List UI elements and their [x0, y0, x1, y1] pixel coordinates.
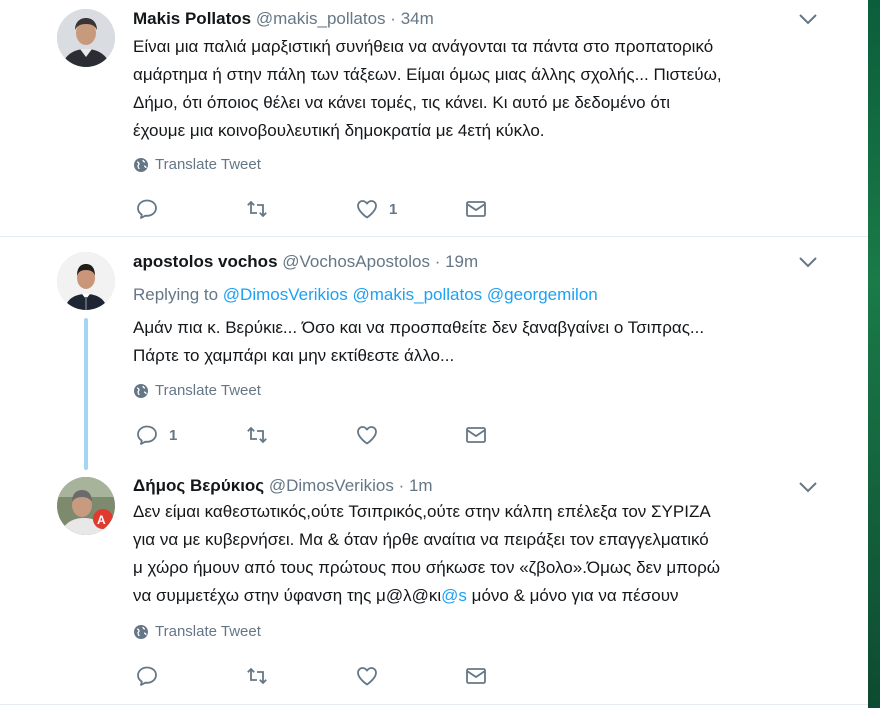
like-icon — [355, 664, 379, 688]
tweet-text: Αμάν πια κ. Βερύκιε... Όσο και να προσπα… — [133, 314, 833, 370]
mention-link[interactable]: @georgemilon — [487, 285, 598, 304]
translate-tweet-link[interactable]: Translate Tweet — [133, 382, 261, 399]
retweet-button[interactable] — [245, 195, 279, 223]
divider — [0, 704, 868, 705]
thread-line — [84, 318, 88, 470]
timestamp[interactable]: 34m — [401, 9, 434, 28]
divider — [0, 236, 868, 237]
tweet-text: Είναι μια παλιά μαρξιστική συνήθεια να α… — [133, 33, 833, 145]
like-button[interactable] — [355, 421, 389, 449]
author-handle[interactable]: @makis_pollatos — [256, 9, 386, 28]
direct-message-button[interactable] — [464, 421, 488, 449]
background-window-edge — [868, 0, 880, 708]
like-button[interactable]: 1 — [355, 195, 397, 223]
reply-button[interactable] — [135, 195, 169, 223]
reply-count: 1 — [169, 426, 178, 444]
tweet-line: Είναι μια παλιά μαρξιστική συνήθεια να α… — [133, 37, 714, 56]
separator: · — [398, 476, 405, 495]
line-text: να συμμετέχω στην ύφανση της μ@λ@κι — [133, 586, 442, 605]
message-icon — [464, 664, 488, 688]
mention-link[interactable]: @s — [441, 586, 467, 605]
like-icon — [355, 423, 379, 447]
tweet-actions: 1 — [133, 195, 493, 223]
tweet-actions — [133, 662, 493, 690]
author-handle[interactable]: @VochosApostolos — [282, 252, 430, 271]
avatar[interactable]: A — [57, 477, 115, 535]
replying-label: Replying to — [133, 285, 219, 304]
tweet-line: μ χώρο ήμουν από τους πρώτους που σήκωσε… — [133, 558, 721, 577]
globe-icon — [133, 383, 149, 399]
separator: · — [434, 252, 441, 271]
tweet-header: apostolos vochos @VochosApostolos · 19m — [133, 252, 478, 272]
retweet-icon — [245, 423, 269, 447]
mention-link[interactable]: @DimosVerikios — [223, 285, 348, 304]
avatar[interactable] — [57, 9, 115, 67]
reply-button[interactable] — [135, 662, 169, 690]
author-handle[interactable]: @DimosVerikios — [269, 476, 394, 495]
message-icon — [464, 423, 488, 447]
mention-link[interactable]: @makis_pollatos — [352, 285, 482, 304]
like-count: 1 — [389, 200, 398, 218]
tweet-text: Δεν είμαι καθεστωτικός,ούτε Τσιπρικός,ού… — [133, 498, 833, 610]
reply-button[interactable]: 1 — [135, 421, 177, 449]
chevron-down-icon[interactable] — [797, 254, 819, 270]
translate-label: Translate Tweet — [155, 623, 261, 640]
avatar-photo: A — [57, 477, 115, 535]
like-icon — [355, 197, 379, 221]
translate-tweet-link[interactable]: Translate Tweet — [133, 156, 261, 173]
avatar-photo — [57, 252, 115, 310]
tweet-line: αμάρτημα ή στην πάλη των τάξεων. Είμαι ό… — [133, 65, 722, 84]
author-name[interactable]: Δήμος Βερύκιος — [133, 476, 264, 495]
svg-text:A: A — [97, 513, 106, 527]
chevron-down-icon[interactable] — [797, 479, 819, 495]
separator: · — [390, 9, 396, 28]
avatar-photo — [57, 9, 115, 67]
tweet-line: να συμμετέχω στην ύφανση της μ@λ@κι@s μό… — [133, 582, 833, 610]
tweet-header: Δήμος Βερύκιος @DimosVerikios · 1m — [133, 476, 433, 496]
replying-to: Replying to @DimosVerikios @makis_pollat… — [133, 285, 598, 305]
tweet-line: Αμάν πια κ. Βερύκιε... Όσο και να προσπα… — [133, 318, 705, 337]
tweet-thread: Makis Pollatos @makis_pollatos · 34m Είν… — [0, 0, 868, 708]
message-icon — [464, 197, 488, 221]
tweet-line: Πάρτε το χαμπάρι και μην εκτίθεστε άλλο.… — [133, 346, 455, 365]
tweet-line: Δεν είμαι καθεστωτικός,ούτε Τσιπρικός,ού… — [133, 502, 711, 521]
direct-message-button[interactable] — [464, 662, 488, 690]
line-text: μόνο & μόνο για να πέσουν — [466, 586, 679, 605]
timestamp[interactable]: 1m — [409, 476, 433, 495]
retweet-button[interactable] — [245, 662, 279, 690]
reply-icon — [135, 197, 159, 221]
translate-label: Translate Tweet — [155, 382, 261, 399]
translate-label: Translate Tweet — [155, 156, 261, 173]
author-name[interactable]: apostolos vochos — [133, 252, 278, 271]
like-button[interactable] — [355, 662, 389, 690]
globe-icon — [133, 157, 149, 173]
direct-message-button[interactable] — [464, 195, 488, 223]
avatar[interactable] — [57, 252, 115, 310]
timestamp[interactable]: 19m — [445, 252, 478, 271]
translate-tweet-link[interactable]: Translate Tweet — [133, 623, 261, 640]
globe-icon — [133, 624, 149, 640]
tweet-header: Makis Pollatos @makis_pollatos · 34m — [133, 9, 434, 29]
tweet-actions: 1 — [133, 421, 493, 449]
reply-icon — [135, 423, 159, 447]
tweet-line: έχουμε μια κοινοβουλευτική δημοκρατία με… — [133, 121, 545, 140]
reply-icon — [135, 664, 159, 688]
tweet-line: για να με κυβερνήσει. Μα & όταν ήρθε ανα… — [133, 530, 709, 549]
tweet-line: Δήμο, ότι όποιος θέλει να κάνει τομές, τ… — [133, 93, 671, 112]
retweet-icon — [245, 197, 269, 221]
retweet-button[interactable] — [245, 421, 279, 449]
author-name[interactable]: Makis Pollatos — [133, 9, 251, 28]
retweet-icon — [245, 664, 269, 688]
chevron-down-icon[interactable] — [797, 11, 819, 27]
